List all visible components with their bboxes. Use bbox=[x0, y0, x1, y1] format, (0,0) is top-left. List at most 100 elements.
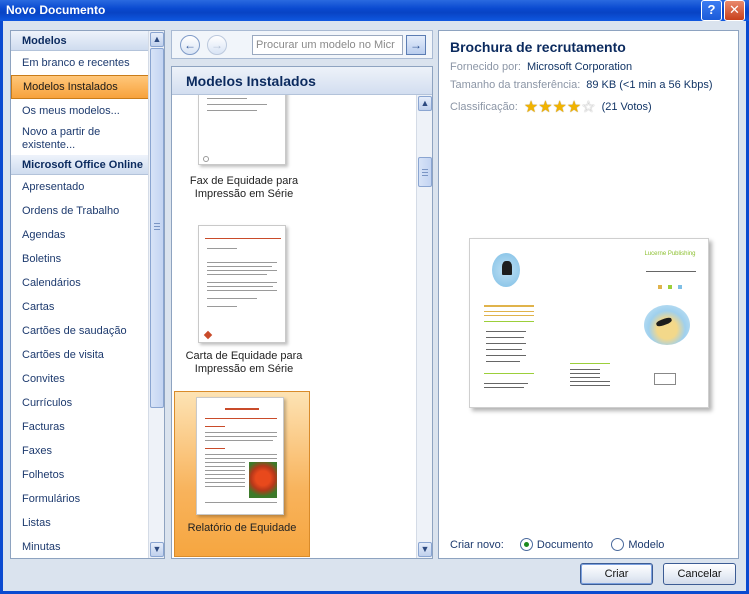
preview-panel-left bbox=[470, 239, 550, 409]
preview-panel-middle bbox=[550, 239, 630, 409]
template-title: Brochura de recrutamento bbox=[450, 39, 626, 55]
create-button[interactable]: Criar bbox=[580, 563, 653, 585]
template-fax[interactable]: Fax de Equidade para Impressão em Série bbox=[176, 95, 312, 205]
details-pane: Brochura de recrutamento Fornecido por: M… bbox=[438, 30, 739, 559]
template-label: Relatório de Equidade bbox=[187, 522, 297, 534]
rating-label: Classificação: bbox=[450, 101, 518, 113]
category-list: Modelos Em branco e recentes Modelos Ins… bbox=[11, 31, 149, 558]
category-item-label: Os meus modelos... bbox=[22, 105, 120, 117]
category-item-label: Calendários bbox=[22, 277, 81, 289]
templates-scrollbar[interactable]: ▲ ▼ bbox=[416, 95, 432, 558]
category-item-curriculos[interactable]: Currículos bbox=[11, 391, 149, 415]
templates-grid: Fax de Equidade para Impressão em Série … bbox=[172, 95, 417, 558]
category-header-office-online: Microsoft Office Online bbox=[11, 155, 149, 175]
scroll-thumb[interactable] bbox=[150, 48, 164, 408]
radio-document[interactable] bbox=[519, 538, 533, 551]
category-item-label: Apresentado bbox=[22, 181, 85, 193]
category-item-label: Ordens de Trabalho bbox=[22, 205, 120, 217]
search-go-button[interactable]: → bbox=[406, 35, 426, 55]
rating-votes: (21 Votos) bbox=[601, 101, 652, 113]
rating-row: Classificação: ★★★★☆ (21 Votos) bbox=[450, 97, 652, 117]
template-thumbnail bbox=[198, 225, 286, 343]
option-template[interactable]: Modelo bbox=[611, 538, 665, 551]
tulip-image bbox=[249, 462, 277, 498]
category-item-faxes[interactable]: Faxes bbox=[11, 439, 149, 463]
category-item-label: Convites bbox=[22, 373, 65, 385]
category-item-label: Listas bbox=[22, 517, 51, 529]
create-new-row: Criar novo: Documento Modelo bbox=[450, 538, 664, 551]
category-item-listas[interactable]: Listas bbox=[11, 511, 149, 535]
provider-row: Fornecido por: Microsoft Corporation bbox=[450, 61, 632, 73]
radio-template[interactable] bbox=[611, 538, 625, 551]
category-item-label: Cartões de visita bbox=[22, 349, 104, 361]
category-item-facturas[interactable]: Facturas bbox=[11, 415, 149, 439]
category-scrollbar[interactable]: ▲ ▼ bbox=[148, 31, 164, 558]
preview-illustration bbox=[644, 305, 690, 345]
search-toolbar: ← → Procurar um modelo no Micr → bbox=[171, 30, 433, 59]
go-arrow-icon: → bbox=[410, 38, 422, 52]
category-item-cartas[interactable]: Cartas bbox=[11, 295, 149, 319]
category-item-ordens-trabalho[interactable]: Ordens de Trabalho bbox=[11, 199, 149, 223]
template-relatorio[interactable]: Relatório de Equidade bbox=[174, 391, 310, 558]
cancel-button[interactable]: Cancelar bbox=[663, 563, 736, 585]
category-item-cartoes-visita[interactable]: Cartões de visita bbox=[11, 343, 149, 367]
back-button[interactable]: ← bbox=[180, 35, 200, 55]
category-item-cartoes-saudacao[interactable]: Cartões de saudação bbox=[11, 319, 149, 343]
category-item-novo-existente[interactable]: Novo a partir de existente... bbox=[11, 123, 149, 155]
category-item-modelos-instalados[interactable]: Modelos Instalados bbox=[11, 75, 149, 99]
star-icon: ★ bbox=[552, 99, 567, 116]
close-icon: ✕ bbox=[729, 2, 740, 17]
download-size-label: Tamanho da transferência: bbox=[450, 79, 581, 91]
category-item-agendas[interactable]: Agendas bbox=[11, 223, 149, 247]
option-document[interactable]: Documento bbox=[519, 538, 593, 551]
template-label: Fax de Equidade para Impressão em Série bbox=[189, 175, 299, 200]
category-item-boletins[interactable]: Boletins bbox=[11, 247, 149, 271]
close-button[interactable]: ✕ bbox=[724, 0, 745, 21]
category-item-apresentado[interactable]: Apresentado bbox=[11, 175, 149, 199]
category-item-label: Currículos bbox=[22, 397, 73, 409]
category-item-em-branco[interactable]: Em branco e recentes bbox=[11, 51, 149, 75]
category-item-os-meus-modelos[interactable]: Os meus modelos... bbox=[11, 99, 149, 123]
category-header-modelos: Modelos bbox=[11, 31, 149, 51]
scroll-up-icon[interactable]: ▲ bbox=[150, 32, 164, 47]
preview-brand: Lucerne Publishing bbox=[644, 251, 696, 257]
template-carta[interactable]: Carta de Equidade para Impressão em Séri… bbox=[176, 225, 312, 375]
category-item-label: Novo a partir de existente... bbox=[22, 126, 101, 151]
create-new-label: Criar novo: bbox=[450, 539, 504, 551]
category-item-formularios[interactable]: Formulários bbox=[11, 487, 149, 511]
window-titlebar: Novo Documento bbox=[0, 0, 749, 21]
search-input[interactable]: Procurar um modelo no Micr bbox=[252, 35, 403, 55]
category-item-label: Agendas bbox=[22, 229, 66, 241]
category-item-label: Boletins bbox=[22, 253, 62, 265]
category-item-folhetos[interactable]: Folhetos bbox=[11, 463, 149, 487]
scroll-thumb[interactable] bbox=[418, 157, 432, 187]
category-item-label: Modelos Instalados bbox=[23, 81, 118, 93]
template-thumbnail bbox=[196, 397, 284, 515]
template-label: Carta de Equidade para Impressão em Séri… bbox=[185, 350, 303, 375]
category-item-label: Folhetos bbox=[22, 469, 65, 481]
template-preview: Lucerne Publishing bbox=[469, 238, 709, 408]
category-item-minutas[interactable]: Minutas bbox=[11, 535, 149, 558]
templates-pane: Modelos Instalados Fax de Equidade para … bbox=[171, 66, 433, 559]
help-button[interactable]: ? bbox=[701, 0, 722, 21]
scroll-down-icon[interactable]: ▼ bbox=[418, 542, 432, 557]
download-size-value: 89 KB (<1 min a 56 Kbps) bbox=[586, 79, 713, 91]
option-template-label: Modelo bbox=[628, 539, 665, 551]
forward-arrow-icon: → bbox=[211, 38, 223, 52]
star-icon: ★ bbox=[566, 99, 582, 116]
category-item-calendarios[interactable]: Calendários bbox=[11, 271, 149, 295]
window-title: Novo Documento bbox=[6, 3, 106, 17]
star-empty-icon: ☆ bbox=[581, 99, 596, 116]
template-thumbnail bbox=[198, 95, 286, 165]
forward-button[interactable]: → bbox=[207, 35, 227, 55]
category-item-label: Cartas bbox=[22, 301, 55, 313]
rating-stars[interactable]: ★★★★☆ bbox=[524, 97, 596, 117]
category-pane: Modelos Em branco e recentes Modelos Ins… bbox=[10, 30, 165, 559]
preview-panel-right: Lucerne Publishing bbox=[630, 239, 710, 409]
scroll-down-icon[interactable]: ▼ bbox=[150, 542, 164, 557]
provider-label: Fornecido por: bbox=[450, 61, 521, 73]
scroll-up-icon[interactable]: ▲ bbox=[418, 96, 432, 111]
category-item-label: Facturas bbox=[22, 421, 65, 433]
star-icon: ★ bbox=[523, 99, 539, 116]
category-item-convites[interactable]: Convites bbox=[11, 367, 149, 391]
